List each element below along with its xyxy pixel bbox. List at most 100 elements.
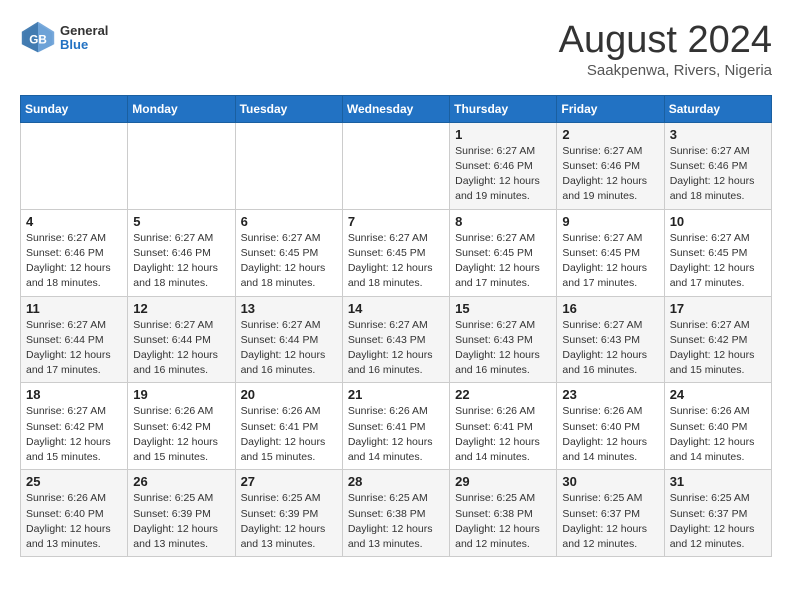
calendar-cell: 22 Sunrise: 6:26 AMSunset: 6:41 PMDayligh… (450, 383, 557, 470)
day-detail: Sunrise: 6:26 AMSunset: 6:40 PMDaylight:… (670, 404, 766, 465)
logo: GB General Blue (20, 20, 108, 56)
logo-blue: Blue (60, 38, 108, 52)
calendar-cell: 17 Sunrise: 6:27 AMSunset: 6:42 PMDayligh… (664, 296, 771, 383)
header-cell-wednesday: Wednesday (342, 95, 449, 122)
logo-icon: GB (20, 20, 56, 56)
day-number: 5 (133, 214, 229, 229)
day-detail: Sunrise: 6:27 AMSunset: 6:45 PMDaylight:… (348, 231, 444, 292)
day-number: 7 (348, 214, 444, 229)
calendar-cell: 20 Sunrise: 6:26 AMSunset: 6:41 PMDayligh… (235, 383, 342, 470)
day-number: 12 (133, 301, 229, 316)
day-detail: Sunrise: 6:27 AMSunset: 6:43 PMDaylight:… (348, 318, 444, 379)
calendar-cell: 2 Sunrise: 6:27 AMSunset: 6:46 PMDaylight… (557, 122, 664, 209)
day-detail: Sunrise: 6:27 AMSunset: 6:46 PMDaylight:… (455, 144, 551, 205)
day-number: 29 (455, 474, 551, 489)
day-detail: Sunrise: 6:27 AMSunset: 6:42 PMDaylight:… (670, 318, 766, 379)
day-detail: Sunrise: 6:27 AMSunset: 6:46 PMDaylight:… (562, 144, 658, 205)
header-cell-friday: Friday (557, 95, 664, 122)
day-number: 1 (455, 127, 551, 142)
day-number: 11 (26, 301, 122, 316)
svg-text:GB: GB (29, 33, 47, 46)
day-number: 18 (26, 387, 122, 402)
day-detail: Sunrise: 6:27 AMSunset: 6:42 PMDaylight:… (26, 404, 122, 465)
day-detail: Sunrise: 6:27 AMSunset: 6:45 PMDaylight:… (241, 231, 337, 292)
day-detail: Sunrise: 6:25 AMSunset: 6:39 PMDaylight:… (133, 491, 229, 552)
day-detail: Sunrise: 6:27 AMSunset: 6:45 PMDaylight:… (455, 231, 551, 292)
day-number: 21 (348, 387, 444, 402)
day-detail: Sunrise: 6:27 AMSunset: 6:44 PMDaylight:… (26, 318, 122, 379)
month-title: August 2024 (559, 20, 772, 62)
week-row-2: 4Sunrise: 6:27 AMSunset: 6:46 PMDaylight… (21, 209, 772, 296)
calendar-cell: 31Sunrise: 6:25 AMSunset: 6:37 PMDayligh… (664, 470, 771, 557)
day-number: 20 (241, 387, 337, 402)
day-number: 31 (670, 474, 766, 489)
calendar-cell (128, 122, 235, 209)
header-cell-saturday: Saturday (664, 95, 771, 122)
header-cell-thursday: Thursday (450, 95, 557, 122)
calendar-cell (342, 122, 449, 209)
logo-text: General Blue (60, 24, 108, 53)
day-detail: Sunrise: 6:27 AMSunset: 6:45 PMDaylight:… (562, 231, 658, 292)
calendar-cell: 15 Sunrise: 6:27 AMSunset: 6:43 PMDayligh… (450, 296, 557, 383)
calendar-cell: 13Sunrise: 6:27 AMSunset: 6:44 PMDayligh… (235, 296, 342, 383)
day-number: 15 (455, 301, 551, 316)
calendar: SundayMondayTuesdayWednesdayThursdayFrid… (20, 95, 772, 557)
calendar-cell: 19Sunrise: 6:26 AMSunset: 6:42 PMDayligh… (128, 383, 235, 470)
day-number: 22 (455, 387, 551, 402)
day-detail: Sunrise: 6:25 AMSunset: 6:38 PMDaylight:… (455, 491, 551, 552)
calendar-cell (235, 122, 342, 209)
calendar-cell: 30 Sunrise: 6:25 AMSunset: 6:37 PMDayligh… (557, 470, 664, 557)
calendar-cell: 1 Sunrise: 6:27 AMSunset: 6:46 PMDaylight… (450, 122, 557, 209)
day-number: 30 (562, 474, 658, 489)
calendar-cell: 21Sunrise: 6:26 AMSunset: 6:41 PMDayligh… (342, 383, 449, 470)
calendar-cell: 28 Sunrise: 6:25 AMSunset: 6:38 PMDayligh… (342, 470, 449, 557)
day-detail: Sunrise: 6:27 AMSunset: 6:43 PMDaylight:… (562, 318, 658, 379)
calendar-cell: 8Sunrise: 6:27 AMSunset: 6:45 PMDaylight… (450, 209, 557, 296)
calendar-cell (21, 122, 128, 209)
day-number: 14 (348, 301, 444, 316)
day-number: 17 (670, 301, 766, 316)
day-detail: Sunrise: 6:25 AMSunset: 6:39 PMDaylight:… (241, 491, 337, 552)
day-number: 2 (562, 127, 658, 142)
day-detail: Sunrise: 6:25 AMSunset: 6:37 PMDaylight:… (562, 491, 658, 552)
day-detail: Sunrise: 6:27 AMSunset: 6:46 PMDaylight:… (133, 231, 229, 292)
calendar-body: 1 Sunrise: 6:27 AMSunset: 6:46 PMDaylight… (21, 122, 772, 556)
day-detail: Sunrise: 6:26 AMSunset: 6:42 PMDaylight:… (133, 404, 229, 465)
day-detail: Sunrise: 6:27 AMSunset: 6:44 PMDaylight:… (133, 318, 229, 379)
day-number: 27 (241, 474, 337, 489)
header: GB General Blue August 2024 Saakpenwa, R… (20, 20, 772, 79)
day-number: 13 (241, 301, 337, 316)
week-row-5: 25Sunrise: 6:26 AMSunset: 6:40 PMDayligh… (21, 470, 772, 557)
day-detail: Sunrise: 6:26 AMSunset: 6:40 PMDaylight:… (562, 404, 658, 465)
day-detail: Sunrise: 6:25 AMSunset: 6:38 PMDaylight:… (348, 491, 444, 552)
day-detail: Sunrise: 6:26 AMSunset: 6:41 PMDaylight:… (241, 404, 337, 465)
calendar-cell: 10 Sunrise: 6:27 AMSunset: 6:45 PMDayligh… (664, 209, 771, 296)
calendar-cell: 16Sunrise: 6:27 AMSunset: 6:43 PMDayligh… (557, 296, 664, 383)
week-row-1: 1 Sunrise: 6:27 AMSunset: 6:46 PMDaylight… (21, 122, 772, 209)
calendar-cell: 14 Sunrise: 6:27 AMSunset: 6:43 PMDayligh… (342, 296, 449, 383)
day-detail: Sunrise: 6:26 AMSunset: 6:40 PMDaylight:… (26, 491, 122, 552)
day-number: 6 (241, 214, 337, 229)
calendar-cell: 7 Sunrise: 6:27 AMSunset: 6:45 PMDaylight… (342, 209, 449, 296)
day-number: 28 (348, 474, 444, 489)
day-detail: Sunrise: 6:27 AMSunset: 6:45 PMDaylight:… (670, 231, 766, 292)
calendar-cell: 29 Sunrise: 6:25 AMSunset: 6:38 PMDayligh… (450, 470, 557, 557)
logo-general: General (60, 24, 108, 38)
header-cell-tuesday: Tuesday (235, 95, 342, 122)
day-number: 10 (670, 214, 766, 229)
header-cell-monday: Monday (128, 95, 235, 122)
calendar-cell: 24Sunrise: 6:26 AMSunset: 6:40 PMDayligh… (664, 383, 771, 470)
day-detail: Sunrise: 6:27 AMSunset: 6:46 PMDaylight:… (26, 231, 122, 292)
calendar-cell: 6 Sunrise: 6:27 AMSunset: 6:45 PMDaylight… (235, 209, 342, 296)
day-detail: Sunrise: 6:26 AMSunset: 6:41 PMDaylight:… (455, 404, 551, 465)
day-number: 26 (133, 474, 229, 489)
header-cell-sunday: Sunday (21, 95, 128, 122)
day-detail: Sunrise: 6:27 AMSunset: 6:43 PMDaylight:… (455, 318, 551, 379)
calendar-cell: 9Sunrise: 6:27 AMSunset: 6:45 PMDaylight… (557, 209, 664, 296)
title-area: August 2024 Saakpenwa, Rivers, Nigeria (559, 20, 772, 79)
calendar-cell: 27 Sunrise: 6:25 AMSunset: 6:39 PMDayligh… (235, 470, 342, 557)
day-number: 23 (562, 387, 658, 402)
calendar-cell: 3Sunrise: 6:27 AMSunset: 6:46 PMDaylight… (664, 122, 771, 209)
week-row-3: 11 Sunrise: 6:27 AMSunset: 6:44 PMDayligh… (21, 296, 772, 383)
calendar-cell: 11 Sunrise: 6:27 AMSunset: 6:44 PMDayligh… (21, 296, 128, 383)
